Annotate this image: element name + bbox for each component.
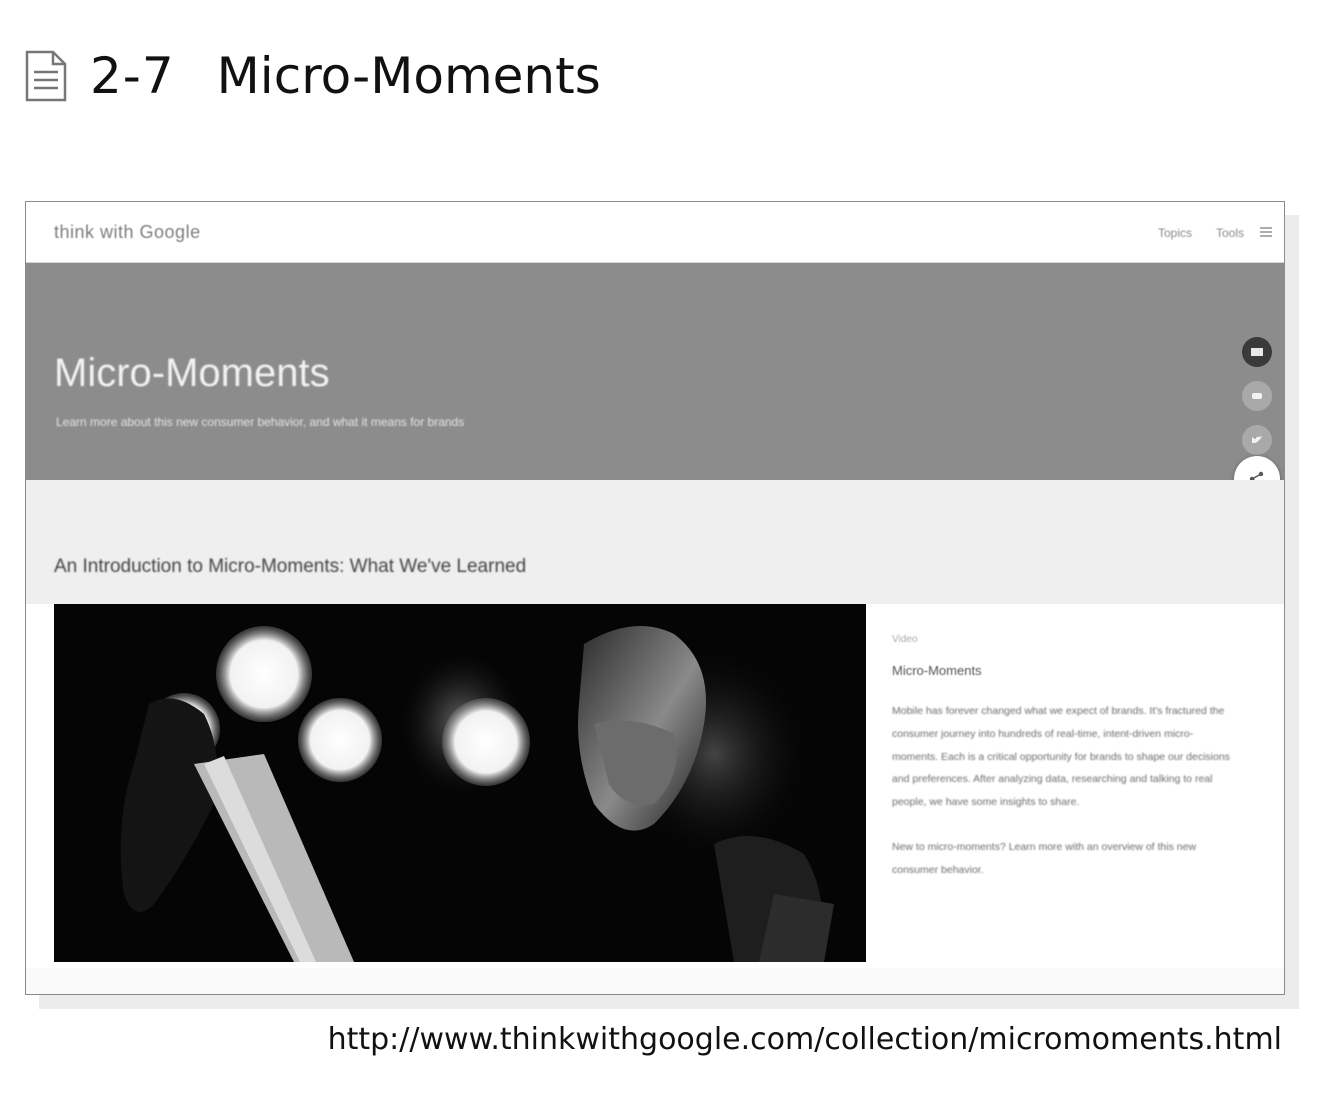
- site-nav-bar: think with Google Topics Tools: [26, 202, 1284, 263]
- googleplus-icon[interactable]: [1242, 381, 1272, 411]
- source-url: http://www.thinkwithgoogle.com/collectio…: [327, 1022, 1282, 1057]
- figure-number: 2-7: [90, 47, 175, 105]
- intro-heading: An Introduction to Micro-Moments: What W…: [54, 556, 527, 577]
- bottom-strip: [26, 968, 1284, 994]
- menu-icon[interactable]: [1258, 224, 1274, 240]
- hero-banner: Micro-Moments Learn more about this new …: [26, 263, 1284, 499]
- figure-title: Micro-Moments: [216, 47, 601, 105]
- intro-section: An Introduction to Micro-Moments: What W…: [26, 480, 1284, 604]
- card-title[interactable]: Micro-Moments: [892, 663, 1232, 678]
- document-icon: [25, 50, 67, 102]
- site-logo[interactable]: think with Google: [54, 222, 201, 243]
- card-meta-label: Video: [892, 634, 918, 645]
- twitter-icon[interactable]: [1242, 425, 1272, 455]
- card-body-secondary: New to micro-moments? Learn more with an…: [892, 840, 1197, 876]
- figure-header: 2-7 Micro-Moments: [24, 44, 601, 108]
- nav-link-tools[interactable]: Tools: [1216, 226, 1244, 240]
- nav-links: Topics Tools: [1158, 226, 1244, 240]
- website-screenshot: think with Google Topics Tools Micro-Mom…: [25, 201, 1285, 995]
- video-thumbnail-image[interactable]: [54, 604, 866, 962]
- card-text: Video Micro-Moments Mobile has forever c…: [892, 634, 1232, 904]
- hero-subtitle: Learn more about this new consumer behav…: [56, 415, 465, 429]
- hero-title: Micro-Moments: [54, 351, 330, 395]
- email-icon[interactable]: [1242, 337, 1272, 367]
- nav-link-topics[interactable]: Topics: [1158, 226, 1192, 240]
- card-body: Mobile has forever changed what we expec…: [892, 705, 1230, 809]
